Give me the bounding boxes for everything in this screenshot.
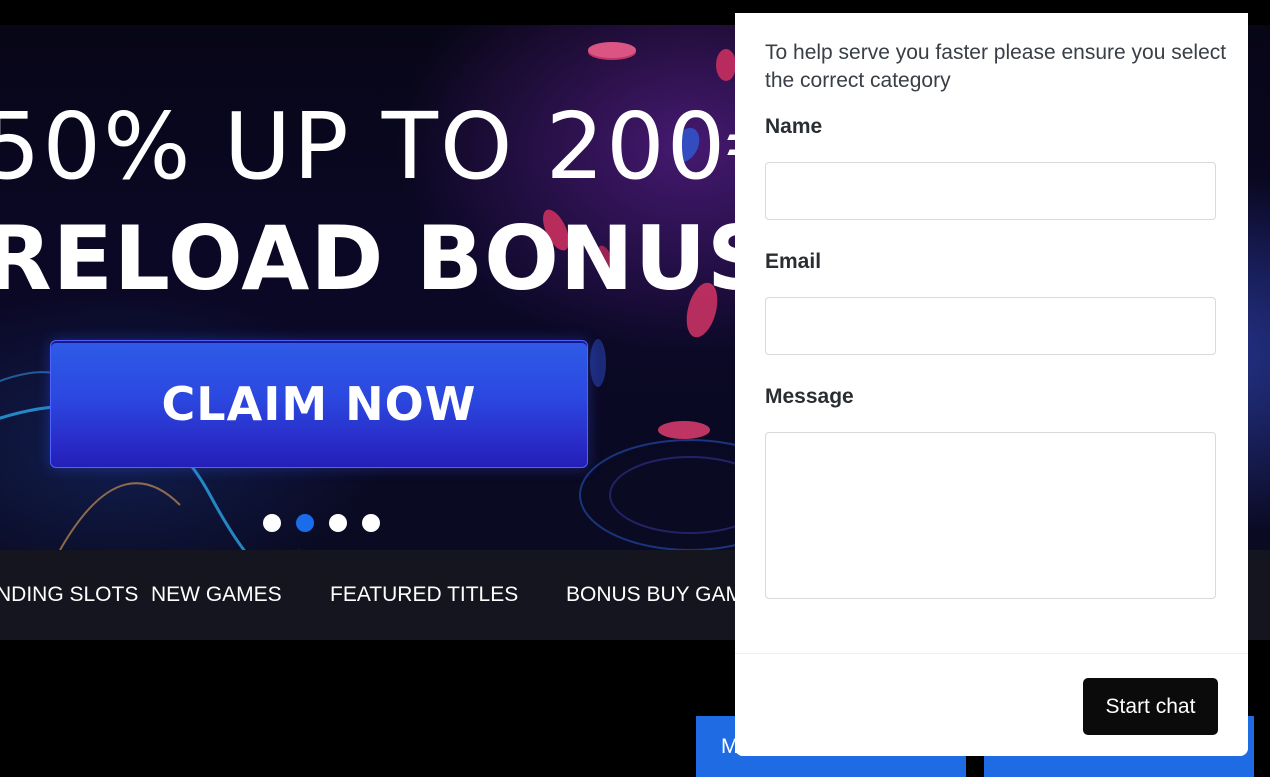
carousel-dot-2[interactable] bbox=[296, 514, 314, 532]
carousel-dots bbox=[263, 514, 380, 532]
message-textarea[interactable] bbox=[765, 432, 1216, 599]
category-trending-slots[interactable]: TRENDING SLOTS bbox=[0, 583, 138, 607]
start-chat-button[interactable]: Start chat bbox=[1083, 678, 1218, 735]
email-input[interactable] bbox=[765, 297, 1216, 355]
claim-now-button[interactable]: CLAIM NOW bbox=[50, 340, 588, 468]
banner-subhead: RELOAD BONUS bbox=[0, 207, 772, 310]
carousel-dot-4[interactable] bbox=[362, 514, 380, 532]
name-input[interactable] bbox=[765, 162, 1216, 220]
carousel-dot-1[interactable] bbox=[263, 514, 281, 532]
category-featured-titles[interactable]: FEATURED TITLES bbox=[330, 583, 518, 607]
chat-form-footer: Start chat bbox=[735, 653, 1248, 756]
name-label: Name bbox=[765, 115, 823, 138]
email-label: Email bbox=[765, 250, 822, 273]
carousel-dot-3[interactable] bbox=[329, 514, 347, 532]
chat-form-panel: To help serve you faster please ensure y… bbox=[735, 13, 1248, 756]
category-new-games[interactable]: NEW GAMES bbox=[151, 583, 282, 607]
chat-intro-text: To help serve you faster please ensure y… bbox=[765, 41, 1227, 92]
banner-headline: 50% UP TO 200€ bbox=[0, 93, 788, 200]
message-label: Message bbox=[765, 385, 854, 408]
